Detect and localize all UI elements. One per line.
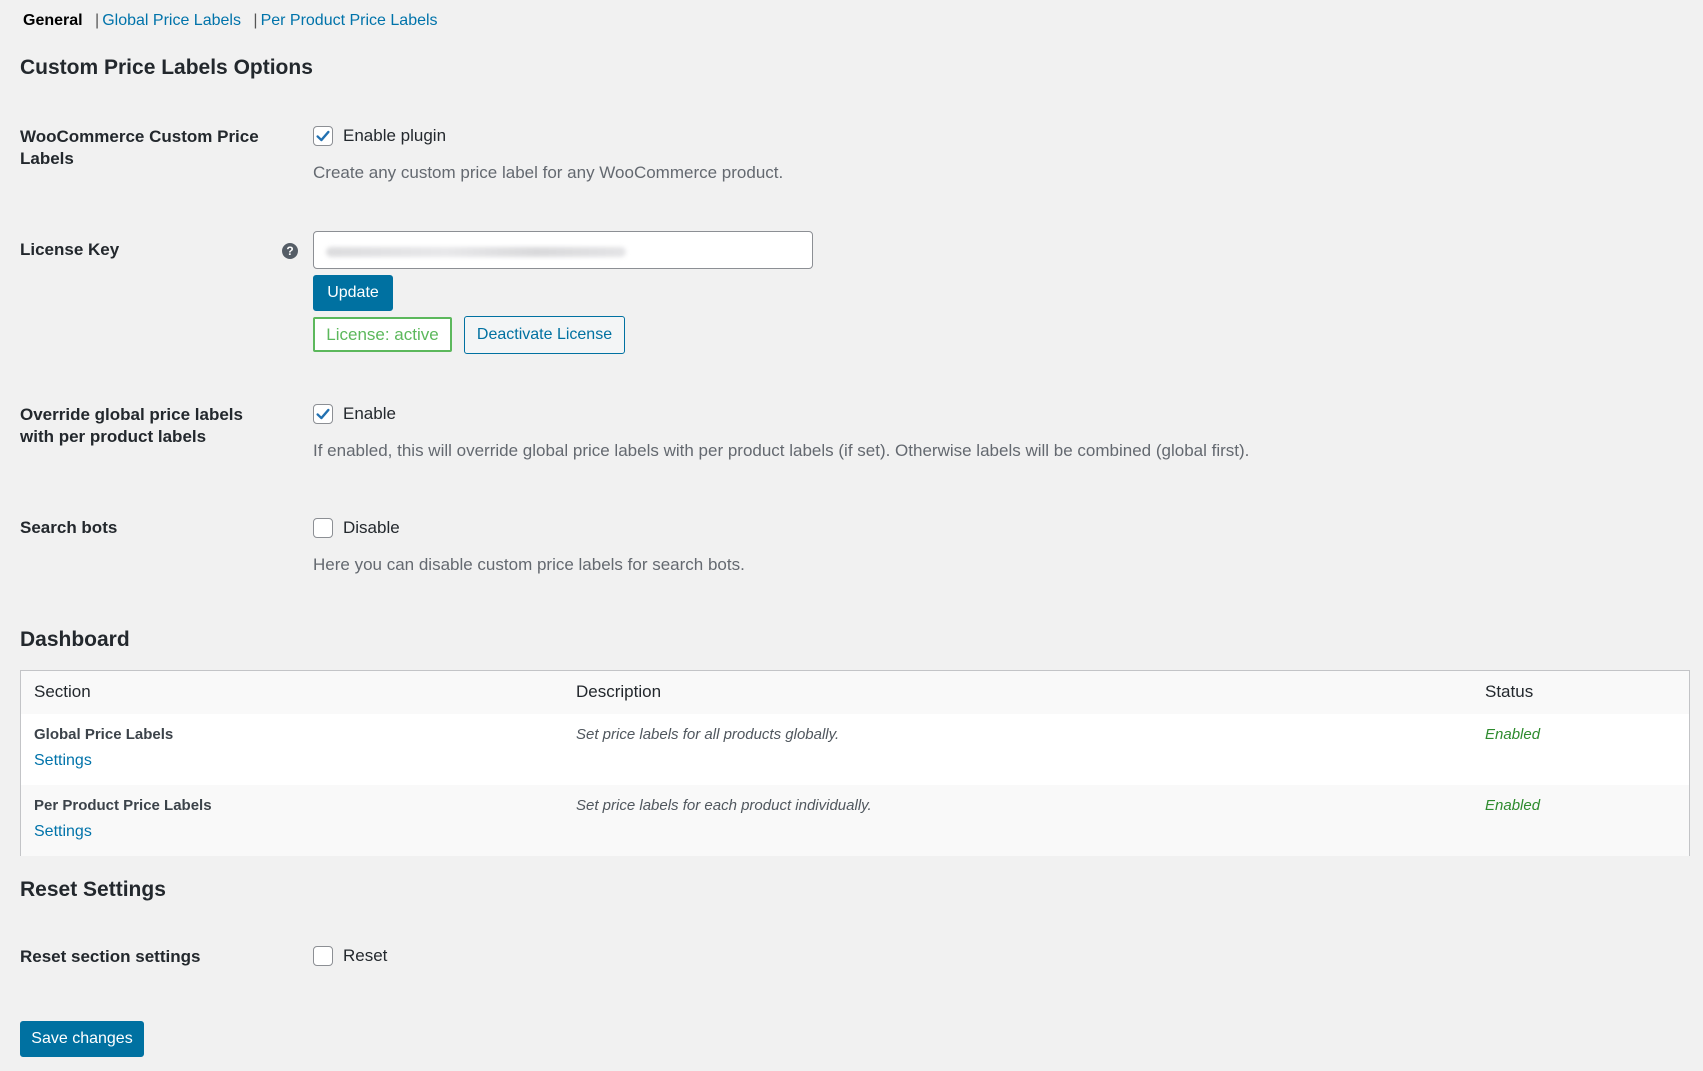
reset-checkbox[interactable] [313,946,333,966]
per-product-settings-link[interactable]: Settings [34,823,92,841]
row-status: Enabled [1485,726,1541,743]
enable-plugin-label[interactable]: Enable plugin [343,126,446,146]
table-row: Per Product Price Labels Settings Set pr… [21,785,1689,856]
subnav-global-price-labels[interactable]: Global Price Labels [102,12,241,29]
row-section-name: Per Product Price Labels [34,797,212,814]
override-checkbox[interactable] [313,404,333,424]
search-bots-description: Here you can disable custom price labels… [313,555,745,574]
checkmark-icon [316,408,330,420]
reset-row: Reset [313,946,387,966]
reset-section-label: Reset section settings [20,947,201,966]
license-key-label: License Key [20,240,120,259]
disable-bots-checkbox[interactable] [313,518,333,538]
subnav-general[interactable]: General [23,12,83,29]
update-button[interactable]: Update [313,275,393,311]
enable-plugin-checkbox[interactable] [313,126,333,146]
license-status-badge: License: active [313,317,452,352]
plugin-description: Create any custom price label for any Wo… [313,163,784,182]
override-checkbox-label[interactable]: Enable [343,404,396,424]
global-settings-link[interactable]: Settings [34,752,92,770]
reset-checkbox-label[interactable]: Reset [343,946,387,966]
options-heading: Custom Price Labels Options [20,56,313,79]
reset-heading: Reset Settings [20,878,166,901]
section-subnav: General | Global Price Labels | Per Produc… [23,12,438,29]
search-bots-row: Disable [313,518,400,538]
override-description: If enabled, this will override global pr… [313,441,1250,460]
header-status: Status [1485,682,1534,701]
help-icon[interactable]: ? [282,243,298,259]
table-row: Global Price Labels Settings Set price l… [21,714,1689,785]
subnav-per-product-price-labels[interactable]: Per Product Price Labels [261,12,438,29]
disable-bots-label[interactable]: Disable [343,518,400,538]
row-description: Set price labels for each product indivi… [576,797,872,814]
settings-page: General | Global Price Labels | Per Produc… [0,0,1703,1071]
override-label: Override global price labels with per pr… [20,405,243,446]
save-changes-button[interactable]: Save changes [20,1021,144,1057]
override-row: Enable [313,404,396,424]
license-key-input[interactable] [313,231,813,269]
header-section: Section [34,682,91,701]
row-section-name: Global Price Labels [34,726,174,743]
blurred-license-value [326,247,626,257]
deactivate-license-button[interactable]: Deactivate License [464,316,625,354]
row-status: Enabled [1485,797,1541,814]
dashboard-heading: Dashboard [20,628,130,651]
table-header: Section Description Status [21,671,1689,714]
plugin-label: WooCommerce Custom Price Labels [20,127,259,168]
dashboard-table: Section Description Status Global Price … [20,670,1690,856]
search-bots-label: Search bots [20,518,118,537]
header-description: Description [576,682,662,701]
row-description: Set price labels for all products global… [576,726,840,743]
enable-plugin-row: Enable plugin [313,126,446,146]
checkmark-icon [316,130,330,142]
